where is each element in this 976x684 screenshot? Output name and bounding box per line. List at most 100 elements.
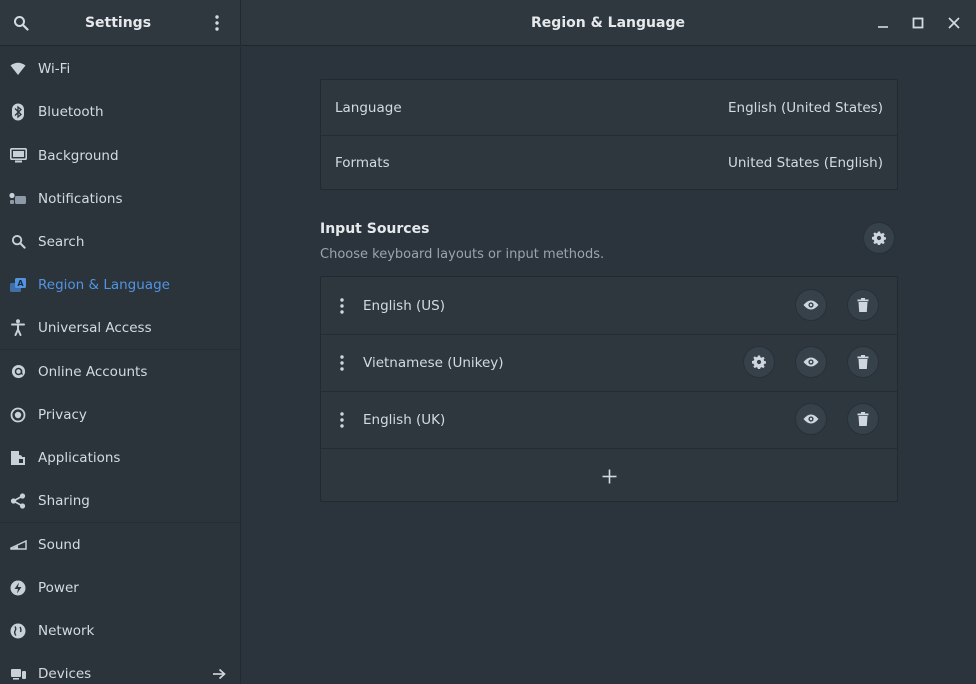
sidebar-header: Settings [0, 0, 241, 46]
sidebar-item-wifi[interactable]: Wi-Fi [0, 47, 240, 90]
add-input-source-button[interactable] [321, 449, 897, 503]
trash-icon [857, 412, 869, 426]
notifications-icon [9, 190, 27, 208]
display-icon [9, 147, 27, 165]
sidebar-item-label: Sharing [38, 492, 90, 509]
sidebar-item-label: Applications [38, 449, 121, 466]
search-icon [9, 233, 27, 251]
sidebar-item-notifications[interactable]: Notifications [0, 177, 240, 220]
sidebar-item-online-accounts[interactable]: Online Accounts [0, 350, 240, 393]
trash-icon [857, 355, 869, 369]
power-icon [9, 579, 27, 597]
sidebar-item-applications[interactable]: Applications [0, 436, 240, 479]
drag-handle-icon[interactable] [339, 297, 345, 315]
input-sources-title: Input Sources [320, 221, 430, 237]
input-source-label: Vietnamese (Unikey) [363, 354, 504, 371]
sidebar-item-label: Wi-Fi [38, 60, 71, 77]
sidebar-item-bluetooth[interactable]: Bluetooth [0, 90, 240, 133]
sidebar-item-label: Power [38, 579, 79, 596]
input-source-label: English (UK) [363, 411, 446, 428]
source-settings-button[interactable] [743, 346, 775, 378]
header-bar: Settings Region & Language [0, 0, 976, 46]
more-vertical-icon [215, 15, 219, 31]
applications-icon [9, 449, 27, 467]
drag-handle-icon[interactable] [339, 354, 345, 372]
region-card: Language English (United States) Formats… [320, 79, 898, 190]
share-icon [9, 492, 27, 510]
trash-icon [857, 298, 869, 312]
preview-layout-button[interactable] [795, 346, 827, 378]
sidebar-item-privacy[interactable]: Privacy [0, 393, 240, 436]
menu-button[interactable] [201, 7, 233, 39]
minimize-icon [878, 26, 888, 28]
close-button[interactable] [938, 7, 970, 39]
input-sources-list: English (US) Vietnamese (Unikey) English… [320, 276, 898, 502]
remove-source-button[interactable] [847, 346, 879, 378]
page-title: Region & Language [531, 15, 685, 31]
preview-layout-button[interactable] [795, 403, 827, 435]
universal-access-icon [9, 319, 27, 337]
privacy-icon [9, 406, 27, 424]
maximize-button[interactable] [902, 7, 934, 39]
input-source-label: English (US) [363, 297, 446, 314]
online-accounts-icon [9, 363, 27, 381]
search-button[interactable] [5, 7, 37, 39]
gear-icon [872, 231, 886, 245]
network-icon [9, 622, 27, 640]
input-sources-subtitle: Choose keyboard layouts or input methods… [320, 247, 605, 262]
sidebar-item-label: Search [38, 233, 85, 250]
input-source-row[interactable]: English (UK) [321, 391, 897, 448]
sidebar-item-search[interactable]: Search [0, 220, 240, 263]
sidebar-item-universal-access[interactable]: Universal Access [0, 306, 240, 349]
drag-handle-icon[interactable] [339, 411, 345, 429]
sidebar-item-label: Sound [38, 536, 81, 553]
input-source-row[interactable]: Vietnamese (Unikey) [321, 334, 897, 391]
input-source-row[interactable]: English (US) [321, 277, 897, 334]
add-icon [602, 469, 617, 484]
region-language-icon: A [9, 276, 27, 294]
sidebar-item-label: Region & Language [38, 276, 170, 293]
sidebar-item-devices[interactable]: Devices [0, 652, 240, 684]
input-sources-options-button[interactable] [863, 222, 895, 254]
formats-row[interactable]: Formats United States (English) [321, 135, 897, 190]
eye-icon [803, 414, 819, 424]
remove-source-button[interactable] [847, 403, 879, 435]
sidebar-item-sharing[interactable]: Sharing [0, 479, 240, 522]
language-row[interactable]: Language English (United States) [321, 80, 897, 135]
sidebar-item-label: Privacy [38, 406, 87, 423]
language-value: English (United States) [728, 99, 883, 116]
svg-text:A: A [17, 279, 24, 288]
sidebar-item-sound[interactable]: Sound [0, 523, 240, 566]
sidebar-item-network[interactable]: Network [0, 609, 240, 652]
devices-icon [9, 665, 27, 683]
maximize-icon [912, 17, 924, 29]
formats-label: Formats [335, 154, 390, 171]
close-icon [948, 17, 960, 29]
content-header: Region & Language [241, 0, 976, 46]
sidebar: Wi-Fi Bluetooth Background Notifications… [0, 47, 241, 684]
language-label: Language [335, 99, 402, 116]
sidebar-item-power[interactable]: Power [0, 566, 240, 609]
app-title: Settings [84, 15, 152, 31]
search-icon [14, 16, 29, 31]
minimize-button[interactable] [867, 7, 899, 39]
arrow-right-icon [212, 668, 226, 680]
formats-value: United States (English) [728, 154, 883, 171]
wifi-icon [9, 60, 27, 78]
sidebar-item-label: Bluetooth [38, 103, 104, 120]
sidebar-item-label: Notifications [38, 190, 123, 207]
eye-icon [803, 300, 819, 310]
sidebar-item-region-language[interactable]: A Region & Language [0, 263, 240, 306]
sidebar-item-label: Devices [38, 665, 92, 682]
preview-layout-button[interactable] [795, 289, 827, 321]
remove-source-button[interactable] [847, 289, 879, 321]
content-area: Language English (United States) Formats… [242, 47, 976, 684]
sidebar-item-background[interactable]: Background [0, 134, 240, 177]
sound-icon [9, 536, 27, 554]
sidebar-item-label: Background [38, 147, 119, 164]
sidebar-item-label: Universal Access [38, 319, 152, 336]
eye-icon [803, 357, 819, 367]
sidebar-item-label: Network [38, 622, 95, 639]
gear-icon [752, 355, 766, 369]
sidebar-item-label: Online Accounts [38, 363, 148, 380]
